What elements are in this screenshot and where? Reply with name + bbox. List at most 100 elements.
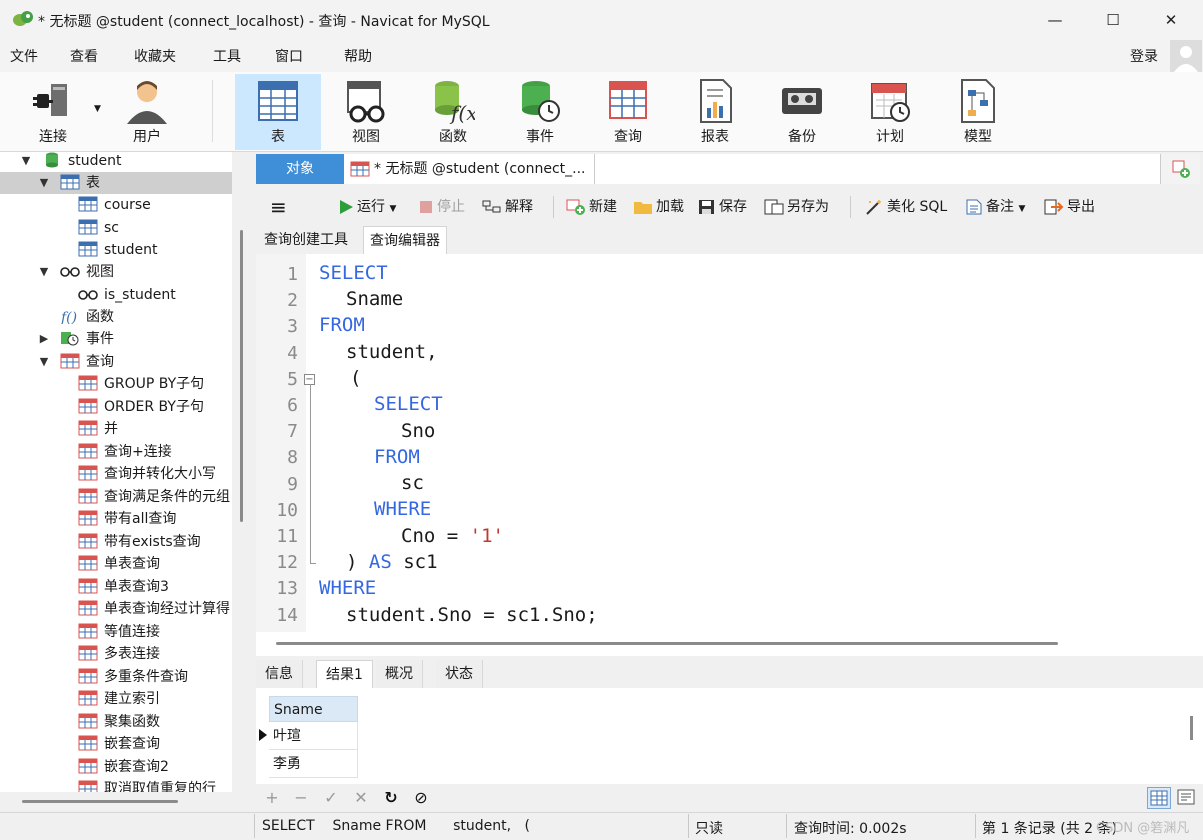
tree-query-item[interactable]: 嵌套查询 [78,733,160,755]
tree-events[interactable]: 事件 [60,328,114,350]
comment-button[interactable]: 备注 ▼ [965,195,1025,219]
form-view-button[interactable] [1175,787,1199,809]
tree-query-item[interactable]: 查询满足条件的元组 [78,486,230,508]
apply-icon[interactable]: ✓ [321,788,341,808]
save-button[interactable]: 保存 [698,195,747,219]
toolbar-connect[interactable]: 连接 [10,74,96,150]
menu-favorites[interactable]: 收藏夹 [134,46,176,66]
run-button[interactable]: 运行 ▼ [338,195,396,219]
load-button[interactable]: 加载 [633,195,684,219]
tree-query-item[interactable]: 查询并转化大小写 [78,463,216,485]
toolbar-report[interactable]: 报表 [672,74,758,150]
hamburger-icon[interactable]: ≡ [270,195,287,219]
tree-query-item[interactable]: 建立索引 [78,688,160,710]
chevron-down-icon[interactable]: ▼ [38,172,50,194]
chevron-down-icon[interactable]: ▼ [1018,204,1025,214]
toolbar-user[interactable]: 用户 [104,74,190,150]
menu-file[interactable]: 文件 [10,46,38,66]
tab-profile[interactable]: 概况 [376,660,423,688]
maximize-button[interactable]: ☐ [1090,0,1136,40]
tab-result1[interactable]: 结果1 [316,660,373,688]
login-link[interactable]: 登录 [1130,46,1158,66]
tree-view-is-student[interactable]: is_student [78,284,176,306]
delete-record-icon[interactable]: − [291,788,311,808]
save-as-button[interactable]: 另存为 [764,195,829,219]
avatar[interactable] [1170,40,1202,72]
tree-query-item[interactable]: 取消取值重复的行 [78,778,216,792]
tree-query-item[interactable]: 单表查询3 [78,576,169,598]
tree-query-item[interactable]: 查询+连接 [78,441,172,463]
tree-views[interactable]: 视图 [60,261,114,283]
tree-label: 查询 [86,354,114,370]
sql-editor[interactable] [256,254,1203,632]
table-cell[interactable]: 李勇 [269,750,358,778]
svg-text:f(): f() [60,310,77,324]
new-query-button[interactable]: 新建 [566,195,617,219]
table-cell[interactable]: 叶瑄 [269,722,358,750]
toolbar-model[interactable]: 模型 [935,74,1021,150]
tab-info[interactable]: 信息 [256,660,303,688]
editor-hscrollbar[interactable] [276,642,1058,645]
tab-query-builder[interactable]: 查询创建工具 [258,226,354,254]
tree-table-course[interactable]: course [78,194,151,216]
menu-window[interactable]: 窗口 [275,46,303,66]
tree-table-sc[interactable]: sc [78,217,119,239]
tree-query-item[interactable]: GROUP BY子句 [78,373,204,395]
tree-query-item[interactable]: 并 [78,418,118,440]
tree-db-student[interactable]: student [42,152,122,172]
tree-query-item[interactable]: 聚集函数 [78,711,160,733]
menu-tools[interactable]: 工具 [213,46,241,66]
column-header[interactable]: Sname [269,696,358,722]
sidebar-hscrollbar[interactable] [22,800,178,803]
tree-query-item[interactable]: 带有exists查询 [78,531,201,553]
chevron-down-icon[interactable]: ▼ [20,152,32,172]
tab-status[interactable]: 状态 [436,660,483,688]
close-button[interactable]: ✕ [1148,0,1194,40]
line-number: 8 [287,447,298,469]
toolbar-view[interactable]: 视图 [323,74,409,150]
menu-view[interactable]: 查看 [70,46,98,66]
tree-query-item[interactable]: 等值连接 [78,621,160,643]
discard-icon[interactable]: ✕ [351,788,371,808]
tab-query[interactable]: * 无标题 @student (connect_... [344,154,594,184]
chevron-down-icon[interactable]: ▼ [94,104,101,114]
tree-query-item[interactable]: 单表查询 [78,553,160,575]
stop-button[interactable]: 停止 [418,195,465,219]
tree-queries[interactable]: 查询 [60,351,114,373]
tree-query-item[interactable]: 多表连接 [78,643,160,665]
chevron-down-icon[interactable]: ▼ [38,261,50,283]
beautify-sql-button[interactable]: 美化 SQL [864,195,947,219]
status-separator [786,814,787,838]
tree-tables[interactable]: 表 [60,172,100,194]
tree-query-item[interactable]: 嵌套查询2 [78,756,169,778]
toolbar-backup[interactable]: 备份 [759,74,845,150]
toolbar-schedule[interactable]: 计划 [847,74,933,150]
menu-help[interactable]: 帮助 [344,46,372,66]
chevron-down-icon[interactable]: ▼ [38,351,50,373]
toolbar-table[interactable]: 表 [235,74,321,150]
tab-object[interactable]: 对象 [256,154,344,184]
stop-icon[interactable]: ⊘ [411,788,431,808]
toolbar-event[interactable]: 事件 [497,74,583,150]
grid-view-button[interactable] [1147,787,1171,809]
chevron-right-icon[interactable]: ▶ [38,328,50,350]
tree-query-item[interactable]: ORDER BY子句 [78,396,204,418]
sidebar-scrollbar[interactable] [240,230,243,522]
tree-table-student[interactable]: student [78,239,158,261]
new-tab-button[interactable] [1160,154,1200,184]
code-line: Cno = '1' [401,525,504,547]
tree-query-item[interactable]: 多重条件查询 [78,666,188,688]
add-record-icon[interactable]: + [262,788,282,808]
toolbar-query[interactable]: 查询 [585,74,671,150]
chevron-down-icon[interactable]: ▼ [389,204,396,214]
tree-functions[interactable]: f() 函数 [60,306,114,328]
refresh-icon[interactable]: ↻ [381,788,401,808]
grid-scrollbar[interactable] [1190,716,1193,740]
tab-query-editor[interactable]: 查询编辑器 [363,226,447,254]
tree-query-item[interactable]: 带有all查询 [78,508,176,530]
tree-query-item[interactable]: 单表查询经过计算得 [78,598,230,620]
export-button[interactable]: 导出 [1044,195,1095,219]
toolbar-function[interactable]: f(x) 函数 [410,74,496,150]
minimize-button[interactable]: — [1032,0,1078,40]
explain-button[interactable]: 解释 [482,195,533,219]
